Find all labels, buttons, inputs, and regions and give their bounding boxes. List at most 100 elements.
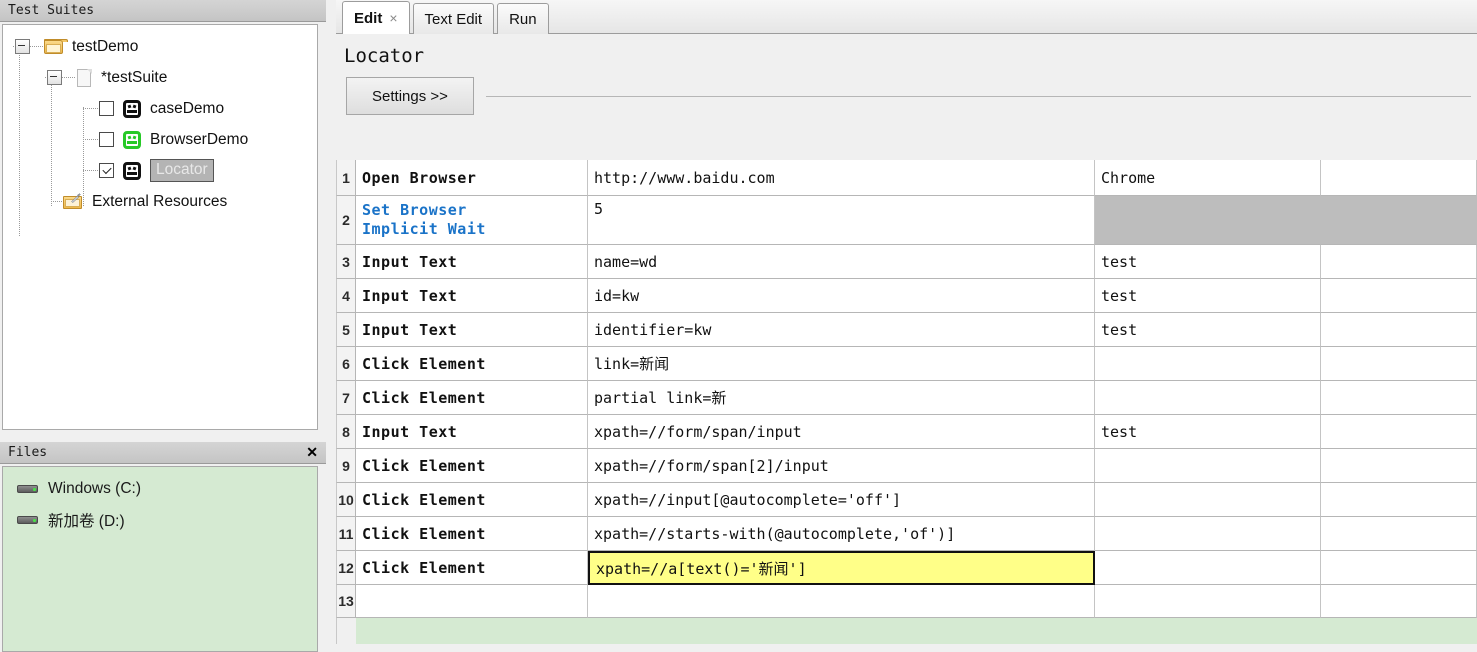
cell-keyword[interactable]: Input Text	[356, 245, 588, 279]
cell-arg1-selected[interactable]: xpath=//a[text()='新闻']	[588, 551, 1095, 585]
table-row[interactable]: 1 Open Browser http://www.baidu.com Chro…	[336, 160, 1477, 196]
table-row[interactable]: 7 Click Element partial link=新	[336, 381, 1477, 415]
tab-edit[interactable]: Edit ×	[342, 1, 410, 34]
cell-keyword[interactable]: Click Element	[356, 483, 588, 517]
test-suites-header: Test Suites	[0, 0, 326, 22]
cell-arg3[interactable]	[1321, 585, 1477, 618]
cell-keyword[interactable]: Click Element	[356, 449, 588, 483]
tab-label: Edit	[354, 9, 383, 27]
tab-text-edit[interactable]: Text Edit	[412, 3, 495, 34]
cell-keyword[interactable]: Input Text	[356, 279, 588, 313]
sidebar-item-testdemo[interactable]: testDemo	[3, 31, 317, 62]
cell-keyword[interactable]: Open Browser	[356, 160, 588, 196]
cell-keyword[interactable]: Click Element	[356, 551, 588, 585]
cell-keyword[interactable]: Click Element	[356, 347, 588, 381]
cell-arg1[interactable]: id=kw	[588, 279, 1095, 313]
cell-arg2[interactable]	[1095, 196, 1321, 245]
tree-label: caseDemo	[150, 99, 225, 117]
table-row[interactable]: 6 Click Element link=新闻	[336, 347, 1477, 381]
cell-arg3[interactable]	[1321, 313, 1477, 347]
suites-panel-gutter	[319, 24, 324, 430]
sidebar-item-external-resources[interactable]: External Resources	[3, 186, 317, 217]
cell-arg3[interactable]	[1321, 160, 1477, 196]
expander-collapse-icon[interactable]	[15, 39, 30, 54]
settings-button[interactable]: Settings >>	[346, 77, 474, 115]
cell-arg2[interactable]: Chrome	[1095, 160, 1321, 196]
cell-arg1[interactable]: xpath=//starts-with(@autocomplete,'of')]	[588, 517, 1095, 551]
cell-keyword[interactable]: Click Element	[356, 381, 588, 415]
cell-arg1[interactable]	[588, 585, 1095, 618]
table-row[interactable]: 4 Input Text id=kw test	[336, 279, 1477, 313]
close-icon[interactable]: ✕	[306, 444, 318, 461]
wrench-icon	[71, 192, 81, 203]
row-number: 13	[336, 585, 356, 618]
table-row[interactable]: 12 Click Element xpath=//a[text()='新闻']	[336, 551, 1477, 585]
cell-arg3[interactable]	[1321, 381, 1477, 415]
table-row[interactable]: 5 Input Text identifier=kw test	[336, 313, 1477, 347]
files-list[interactable]: Windows (C:) 新加卷 (D:)	[2, 466, 318, 652]
keyword-grid[interactable]: 1 Open Browser http://www.baidu.com Chro…	[336, 160, 1477, 652]
cell-arg2[interactable]: test	[1095, 245, 1321, 279]
cell-arg3[interactable]	[1321, 196, 1477, 245]
cell-arg1[interactable]: xpath=//form/span/input	[588, 415, 1095, 449]
table-row[interactable]: 13	[336, 585, 1477, 618]
cell-arg2[interactable]: test	[1095, 279, 1321, 313]
cell-arg2[interactable]	[1095, 517, 1321, 551]
checkbox-browserdemo[interactable]	[99, 132, 114, 147]
editor-panel: Edit × Text Edit Run Locator Settings >>…	[336, 0, 1477, 652]
expander-collapse-icon[interactable]	[47, 70, 62, 85]
cell-arg3[interactable]	[1321, 551, 1477, 585]
cell-keyword[interactable]: Input Text	[356, 415, 588, 449]
list-item[interactable]: 新加卷 (D:)	[3, 504, 317, 535]
cell-keyword[interactable]	[356, 585, 588, 618]
cell-arg2[interactable]	[1095, 449, 1321, 483]
cell-arg3[interactable]	[1321, 449, 1477, 483]
sidebar-item-browserdemo[interactable]: BrowserDemo	[3, 124, 317, 155]
cell-arg1[interactable]: http://www.baidu.com	[588, 160, 1095, 196]
test-suites-tree[interactable]: testDemo *testSuite caseDemo BrowserDemo…	[2, 24, 318, 430]
cell-keyword[interactable]: Input Text	[356, 313, 588, 347]
table-row[interactable]: 3 Input Text name=wd test	[336, 245, 1477, 279]
tab-run[interactable]: Run	[497, 3, 549, 34]
cell-arg3[interactable]	[1321, 483, 1477, 517]
cell-arg3[interactable]	[1321, 415, 1477, 449]
cell-arg2[interactable]: test	[1095, 415, 1321, 449]
cell-arg1[interactable]: xpath=//input[@autocomplete='off']	[588, 483, 1095, 517]
sidebar-item-testsuite[interactable]: *testSuite	[3, 62, 317, 93]
table-row[interactable]: 11 Click Element xpath=//starts-with(@au…	[336, 517, 1477, 551]
table-row[interactable]: 8 Input Text xpath=//form/span/input tes…	[336, 415, 1477, 449]
table-row[interactable]: 9 Click Element xpath=//form/span[2]/inp…	[336, 449, 1477, 483]
left-column: Test Suites testDemo *testSuite caseDemo…	[0, 0, 326, 652]
close-icon[interactable]: ×	[389, 10, 397, 26]
cell-arg1[interactable]: identifier=kw	[588, 313, 1095, 347]
cell-arg3[interactable]	[1321, 517, 1477, 551]
cell-arg1[interactable]: link=新闻	[588, 347, 1095, 381]
list-item[interactable]: Windows (C:)	[3, 473, 317, 504]
row-number: 6	[336, 347, 356, 381]
cell-arg2[interactable]	[1095, 551, 1321, 585]
checkbox-locator[interactable]	[99, 163, 114, 178]
cell-arg2[interactable]	[1095, 483, 1321, 517]
cell-arg3[interactable]	[1321, 245, 1477, 279]
cell-arg3[interactable]	[1321, 279, 1477, 313]
row-number: 1	[336, 160, 356, 196]
panel-splitter[interactable]	[326, 0, 336, 652]
cell-arg2[interactable]	[1095, 381, 1321, 415]
row-number: 7	[336, 381, 356, 415]
table-row[interactable]: 10 Click Element xpath=//input[@autocomp…	[336, 483, 1477, 517]
table-row[interactable]: 2 Set Browser Implicit Wait 5	[336, 196, 1477, 245]
tree-label: External Resources	[92, 192, 228, 210]
cell-arg3[interactable]	[1321, 347, 1477, 381]
cell-arg2[interactable]: test	[1095, 313, 1321, 347]
cell-arg1[interactable]: xpath=//form/span[2]/input	[588, 449, 1095, 483]
sidebar-item-locator[interactable]: Locator	[3, 155, 317, 186]
checkbox-casedemo[interactable]	[99, 101, 114, 116]
cell-keyword[interactable]: Set Browser Implicit Wait	[356, 196, 588, 245]
cell-arg1[interactable]: name=wd	[588, 245, 1095, 279]
cell-arg1[interactable]: 5	[588, 196, 1095, 245]
cell-keyword[interactable]: Click Element	[356, 517, 588, 551]
cell-arg2[interactable]	[1095, 347, 1321, 381]
cell-arg2[interactable]	[1095, 585, 1321, 618]
cell-arg1[interactable]: partial link=新	[588, 381, 1095, 415]
sidebar-item-casedemo[interactable]: caseDemo	[3, 93, 317, 124]
